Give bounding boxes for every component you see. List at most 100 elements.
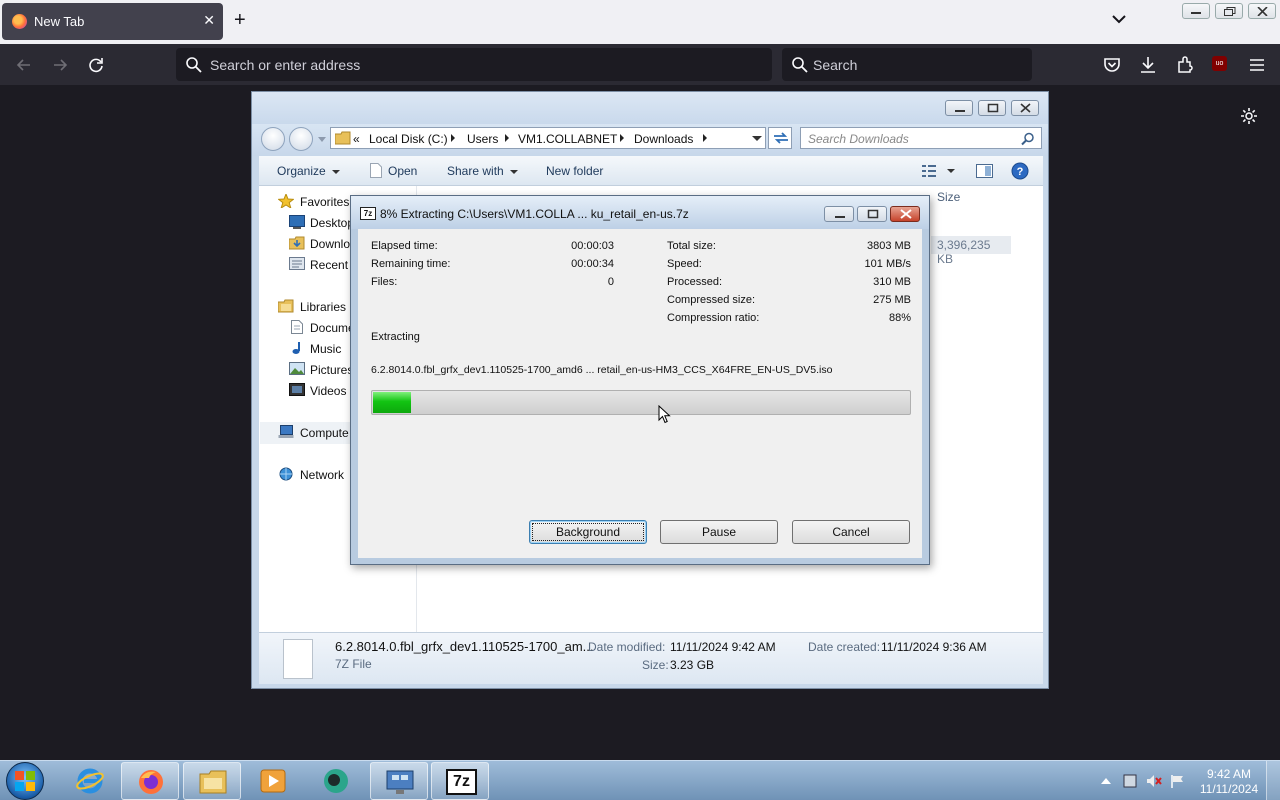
url-bar[interactable]: Search or enter address — [176, 48, 772, 81]
nav-pictures[interactable]: Pictures — [310, 363, 353, 377]
download-icon — [1141, 57, 1155, 73]
cancel-button[interactable]: Cancel — [792, 520, 910, 544]
nav-music[interactable]: Music — [310, 342, 341, 356]
extract-progress-dialog: 7z 8% Extracting C:\Users\VM1.COLLA ... … — [350, 195, 930, 565]
tab-new-tab[interactable]: New Tab ✕ — [2, 3, 223, 40]
explorer-refresh-button[interactable] — [768, 127, 792, 149]
help-icon[interactable]: ? — [1011, 162, 1029, 180]
ublock-icon[interactable]: uo — [1212, 56, 1227, 71]
reload-button[interactable] — [85, 54, 107, 76]
nav-downloads[interactable]: Downlo — [310, 237, 350, 251]
explorer-forward-button[interactable] — [289, 127, 313, 151]
breadcrumb-item[interactable]: Downloads — [634, 132, 693, 146]
extensions-button[interactable] — [1175, 55, 1195, 75]
dialog-close-button[interactable] — [890, 206, 920, 222]
list-all-tabs-button[interactable] — [1112, 13, 1126, 27]
explorer-search-placeholder: Search Downloads — [808, 132, 909, 146]
window-close-button[interactable] — [1248, 3, 1276, 19]
explorer-back-button[interactable] — [261, 127, 285, 151]
files-value: 0 — [607, 276, 614, 288]
breadcrumb-item[interactable]: Users — [467, 132, 498, 146]
breadcrumb-arrow-icon[interactable] — [620, 134, 624, 142]
pause-button[interactable]: Pause — [660, 520, 778, 544]
explorer-search-box[interactable]: Search Downloads — [800, 127, 1042, 149]
tab-close-icon[interactable]: ✕ — [203, 12, 215, 29]
window-minimize-button[interactable] — [1182, 3, 1210, 19]
explorer-maximize-button[interactable] — [978, 100, 1006, 116]
breadcrumb-arrow-icon[interactable] — [703, 134, 707, 142]
new-folder-button[interactable]: New folder — [546, 164, 603, 178]
green-app-icon — [324, 769, 348, 793]
network-globe-icon — [279, 467, 293, 481]
breadcrumb-arrow-icon[interactable] — [505, 134, 509, 142]
details-date-modified-label: Date modified: — [588, 640, 666, 654]
organize-button[interactable]: Organize — [277, 164, 340, 178]
nav-libraries[interactable]: Libraries — [300, 300, 346, 314]
details-size: 3.23 GB — [670, 658, 715, 672]
column-header-size[interactable]: Size — [937, 190, 960, 204]
open-button[interactable]: Open — [388, 164, 417, 178]
browser-tabbar: New Tab ✕ + — [0, 0, 1280, 44]
start-button[interactable] — [6, 762, 44, 800]
flag-icon[interactable] — [1170, 774, 1186, 788]
address-history-caret-icon[interactable] — [752, 136, 762, 142]
new-tab-button[interactable]: + — [234, 9, 246, 31]
elapsed-time-value: 00:00:03 — [571, 240, 614, 252]
nav-desktop[interactable]: Desktop — [310, 216, 354, 230]
view-dropdown-icon[interactable] — [947, 169, 955, 173]
computer-icon — [278, 425, 294, 438]
window-restore-button[interactable] — [1215, 3, 1243, 19]
minimize-icon — [835, 216, 845, 218]
preview-pane-icon[interactable] — [976, 164, 993, 178]
breadcrumb-item[interactable]: Local Disk (C:) — [369, 132, 448, 146]
address-bar[interactable]: « Local Disk (C:) Users VM1.COLLABNET Do… — [330, 127, 766, 149]
dialog-minimize-button[interactable] — [824, 206, 854, 222]
nav-favorites[interactable]: Favorites — [300, 195, 349, 209]
show-desktop-button[interactable] — [1266, 761, 1280, 800]
explorer-close-button[interactable] — [1011, 100, 1039, 116]
action-center-icon[interactable] — [1122, 774, 1138, 788]
details-file-type: 7Z File — [335, 657, 372, 671]
downloads-button[interactable] — [1138, 55, 1158, 75]
pocket-button[interactable] — [1102, 55, 1122, 75]
volume-muted-icon[interactable] — [1146, 774, 1162, 788]
tray-overflow-icon[interactable] — [1101, 778, 1111, 784]
folder-icon — [199, 770, 227, 794]
processed-value: 310 MB — [873, 276, 911, 288]
maximize-icon — [867, 209, 879, 219]
firefox-icon — [139, 770, 163, 794]
remaining-time-value: 00:00:34 — [571, 258, 614, 270]
taskbar-green-app[interactable] — [307, 762, 365, 800]
explorer-minimize-button[interactable] — [945, 100, 973, 116]
nav-computer[interactable]: Compute — [300, 426, 349, 440]
forward-button[interactable] — [49, 54, 71, 76]
taskbar-firefox[interactable] — [121, 762, 179, 800]
mouse-cursor-icon — [658, 405, 671, 424]
breadcrumb-prefix[interactable]: « — [353, 132, 360, 146]
dialog-maximize-button[interactable] — [857, 206, 887, 222]
breadcrumb-arrow-icon[interactable] — [451, 134, 455, 142]
app-menu-button[interactable] — [1247, 55, 1267, 75]
taskbar-explorer[interactable] — [183, 762, 241, 800]
taskbar-7zip[interactable]: 7z — [431, 762, 489, 800]
view-options-icon[interactable] — [922, 165, 936, 177]
taskbar-internet-explorer[interactable] — [61, 762, 119, 800]
taskbar-media-player[interactable] — [244, 762, 302, 800]
search-bar[interactable]: Search — [782, 48, 1032, 81]
recent-pages-caret-icon[interactable] — [318, 137, 326, 143]
nav-network[interactable]: Network — [300, 468, 344, 482]
share-with-button[interactable]: Share with — [447, 164, 518, 178]
files-label: Files: — [371, 276, 398, 288]
organize-label: Organize — [277, 164, 326, 178]
taskbar-remote-desktop[interactable] — [370, 762, 428, 800]
background-button[interactable]: Background — [529, 520, 647, 544]
newtab-settings-button[interactable] — [1240, 107, 1258, 128]
nav-documents[interactable]: Docume — [310, 321, 355, 335]
breadcrumb-item[interactable]: VM1.COLLABNET — [518, 132, 617, 146]
processed-label: Processed: — [667, 276, 723, 288]
nav-videos[interactable]: Videos — [310, 384, 346, 398]
tray-clock[interactable]: 9:42 AM 11/11/2024 — [1196, 767, 1262, 797]
dialog-title: 8% Extracting C:\Users\VM1.COLLA ... ku_… — [380, 207, 689, 221]
file-row-size[interactable]: 3,396,235 KB — [931, 236, 1011, 266]
back-button[interactable] — [13, 54, 35, 76]
